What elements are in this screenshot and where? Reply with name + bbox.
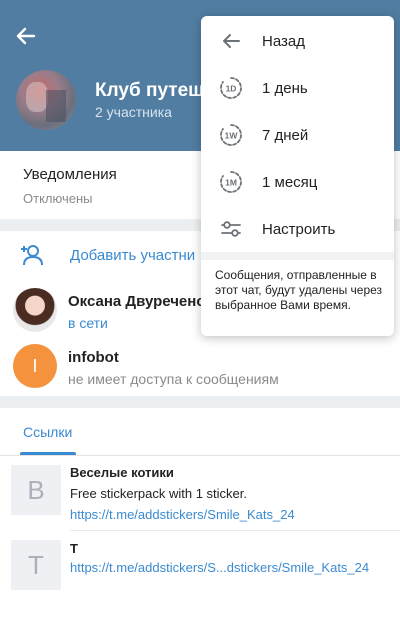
notifications-status: Отключены — [23, 191, 93, 206]
group-member-count: 2 участника — [95, 104, 172, 120]
link-url[interactable]: https://t.me/addstickers/Smile_Kats_24 — [70, 507, 295, 522]
link-description: Free stickerpack with 1 sticker. — [70, 486, 247, 501]
timer-badge: 1W — [225, 131, 239, 141]
menu-item-1-month[interactable]: 1M 1 месяц — [201, 159, 394, 205]
timer-1d-icon: 1D — [220, 77, 242, 99]
back-button[interactable] — [12, 22, 40, 50]
menu-item-7-days[interactable]: 1W 7 дней — [201, 112, 394, 158]
timer-1m-icon: 1M — [220, 171, 242, 193]
tab-links[interactable]: Ссылки — [23, 424, 72, 440]
link-thumbnail: T — [11, 540, 61, 590]
avatar: I — [13, 344, 57, 388]
auto-delete-note: Сообщения, отправленные в этот чат, буду… — [215, 268, 383, 312]
timer-1w-icon: 1W — [220, 124, 242, 146]
avatar — [13, 288, 57, 332]
timer-badge: 1D — [226, 84, 237, 94]
tab-indicator — [20, 452, 76, 455]
member-name: Оксана Двуреченс — [68, 293, 205, 310]
auto-delete-popup-menu: Назад 1D 1 день 1W 7 дней 1M 1 месяц Нас… — [201, 16, 394, 336]
sliders-icon — [221, 221, 241, 237]
member-status: не имеет доступа к сообщениям — [68, 371, 279, 387]
member-status: в сети — [68, 315, 108, 331]
group-title: Клуб путеш — [95, 80, 204, 101]
add-member-label: Добавить участни — [70, 247, 196, 264]
arrow-left-icon — [223, 34, 240, 48]
arrow-left-icon — [16, 27, 36, 45]
menu-divider — [201, 252, 394, 260]
menu-item-label: 1 месяц — [262, 174, 318, 191]
menu-item-back[interactable]: Назад — [201, 18, 394, 64]
menu-item-customize[interactable]: Настроить — [201, 206, 394, 252]
menu-item-label: 7 дней — [262, 127, 309, 144]
menu-item-1-day[interactable]: 1D 1 день — [201, 65, 394, 111]
group-avatar[interactable] — [16, 70, 76, 130]
list-item[interactable]: B Веселые котики Free stickerpack with 1… — [0, 458, 400, 530]
add-user-icon — [21, 245, 43, 266]
timer-badge: 1M — [225, 178, 237, 188]
link-title: T — [70, 541, 78, 556]
link-thumbnail: B — [11, 465, 61, 515]
menu-item-label: Назад — [262, 33, 305, 50]
menu-item-label: Настроить — [262, 221, 336, 238]
member-row[interactable]: I infobot не имеет доступа к сообщениям — [0, 339, 400, 395]
menu-item-label: 1 день — [262, 80, 308, 97]
member-name: infobot — [68, 349, 119, 366]
list-item[interactable]: T T https://t.me/addstickers/S...dsticke… — [0, 532, 400, 602]
link-title: Веселые котики — [70, 465, 174, 480]
link-url[interactable]: https://t.me/addstickers/S...dstickers/S… — [70, 560, 369, 575]
section-divider — [0, 396, 400, 408]
notifications-label: Уведомления — [23, 166, 117, 183]
media-tabbar: Ссылки — [0, 408, 400, 456]
divider — [70, 530, 400, 531]
